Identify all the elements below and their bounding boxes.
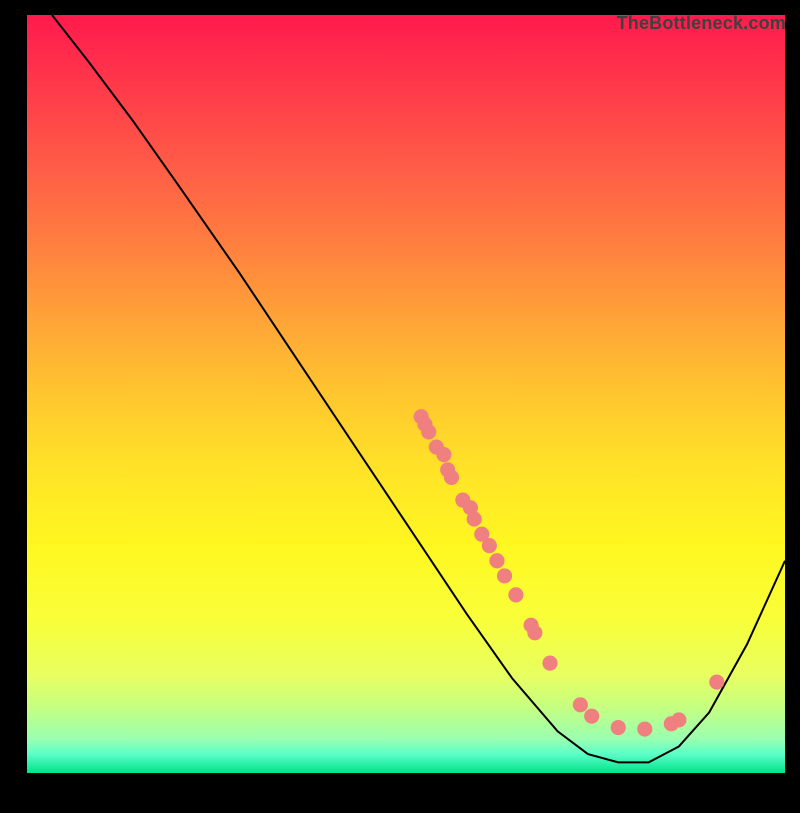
data-point <box>436 447 451 462</box>
bottleneck-curve <box>52 15 785 762</box>
data-point <box>573 697 588 712</box>
data-point <box>489 553 504 568</box>
data-markers <box>414 409 725 736</box>
data-point <box>709 674 724 689</box>
plot-area <box>25 13 787 775</box>
data-point <box>637 721 652 736</box>
data-point <box>527 625 542 640</box>
data-point <box>421 424 436 439</box>
chart-svg <box>27 15 785 773</box>
data-point <box>508 587 523 602</box>
data-point <box>671 712 686 727</box>
data-point <box>611 720 626 735</box>
data-point <box>482 538 497 553</box>
data-point <box>542 656 557 671</box>
data-point <box>444 470 459 485</box>
data-point <box>497 568 512 583</box>
data-point <box>467 511 482 526</box>
chart-container: TheBottleneck.com <box>0 13 800 813</box>
watermark-text: TheBottleneck.com <box>617 13 786 34</box>
data-point <box>584 709 599 724</box>
